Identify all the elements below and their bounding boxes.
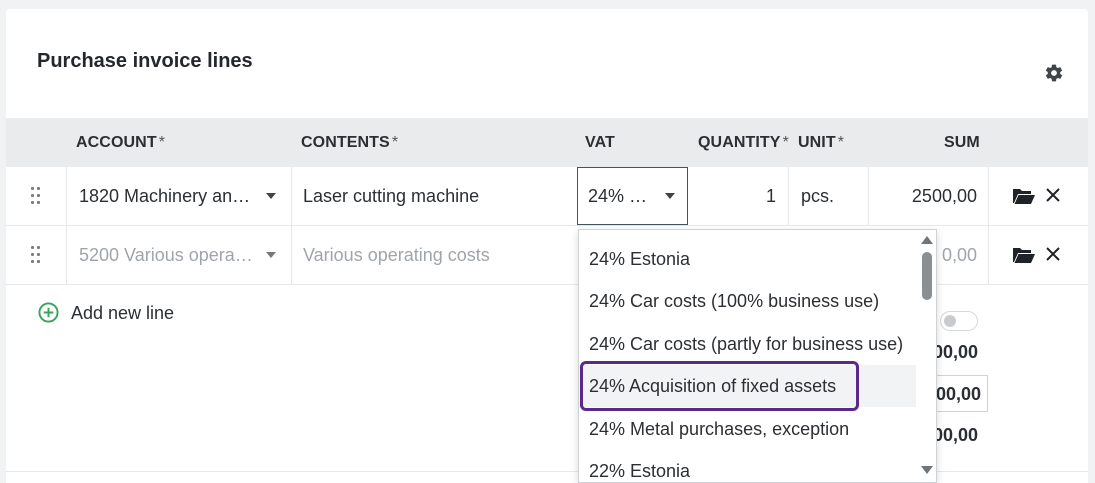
vat-option[interactable]: 24% Car costs (partly for business use) bbox=[579, 323, 916, 365]
account-select[interactable]: 1820 Machinery an… bbox=[79, 167, 257, 225]
vat-option[interactable]: 22% Estonia bbox=[579, 450, 916, 482]
scroll-down-icon[interactable] bbox=[921, 466, 933, 474]
scrollbar-thumb[interactable] bbox=[922, 252, 932, 300]
column-header-unit: UNIT * bbox=[798, 134, 845, 151]
scroll-up-icon[interactable] bbox=[921, 236, 933, 244]
column-header-quantity: QUANTITY * bbox=[698, 134, 789, 151]
chevron-down-icon bbox=[665, 193, 675, 199]
chevron-down-icon[interactable] bbox=[266, 252, 276, 258]
vat-select-value: 24% … bbox=[588, 186, 648, 206]
panel-title: Purchase invoice lines bbox=[37, 50, 253, 72]
drag-handle-icon[interactable] bbox=[31, 187, 41, 205]
vat-dropdown-list[interactable]: 24% Estonia 24% Car costs (100% business… bbox=[578, 229, 937, 483]
close-icon[interactable] bbox=[1046, 188, 1060, 202]
gear-icon[interactable] bbox=[1044, 63, 1064, 83]
column-header-account: ACCOUNT * bbox=[76, 134, 166, 151]
add-new-line-label: Add new line bbox=[71, 303, 175, 323]
column-header-contents: CONTENTS * bbox=[301, 134, 399, 151]
focus-highlight bbox=[580, 361, 859, 411]
contents-input[interactable]: Various operating costs bbox=[303, 226, 563, 284]
close-icon[interactable] bbox=[1046, 247, 1060, 261]
account-select[interactable]: 5200 Various opera… bbox=[79, 226, 257, 284]
vat-option[interactable]: 24% Car costs (100% business use) bbox=[579, 280, 916, 322]
folder-open-icon[interactable] bbox=[1012, 186, 1036, 206]
vat-option[interactable]: 24% Estonia bbox=[579, 238, 916, 280]
table-header: ACCOUNT * CONTENTS * VAT QUANTITY * UNIT * S… bbox=[6, 118, 1088, 167]
quantity-input[interactable]: 1 bbox=[696, 167, 776, 225]
chevron-down-icon[interactable] bbox=[266, 193, 276, 199]
column-header-vat: VAT bbox=[585, 134, 615, 151]
column-header-sum: SUM bbox=[944, 134, 980, 151]
vat-option[interactable]: 24% Metal purchases, exception bbox=[579, 408, 916, 450]
sum-input[interactable]: 2500,00 bbox=[876, 167, 977, 225]
unit-input[interactable]: pcs. bbox=[801, 167, 861, 225]
toggle-switch[interactable] bbox=[940, 311, 978, 331]
folder-open-icon[interactable] bbox=[1012, 245, 1036, 265]
plus-circle-icon bbox=[38, 302, 59, 323]
vat-select[interactable]: 24% … bbox=[577, 167, 688, 225]
drag-handle-icon[interactable] bbox=[31, 246, 41, 264]
contents-input[interactable]: Laser cutting machine bbox=[303, 167, 563, 225]
table-row: 1820 Machinery an… Laser cutting machine… bbox=[6, 167, 1088, 226]
